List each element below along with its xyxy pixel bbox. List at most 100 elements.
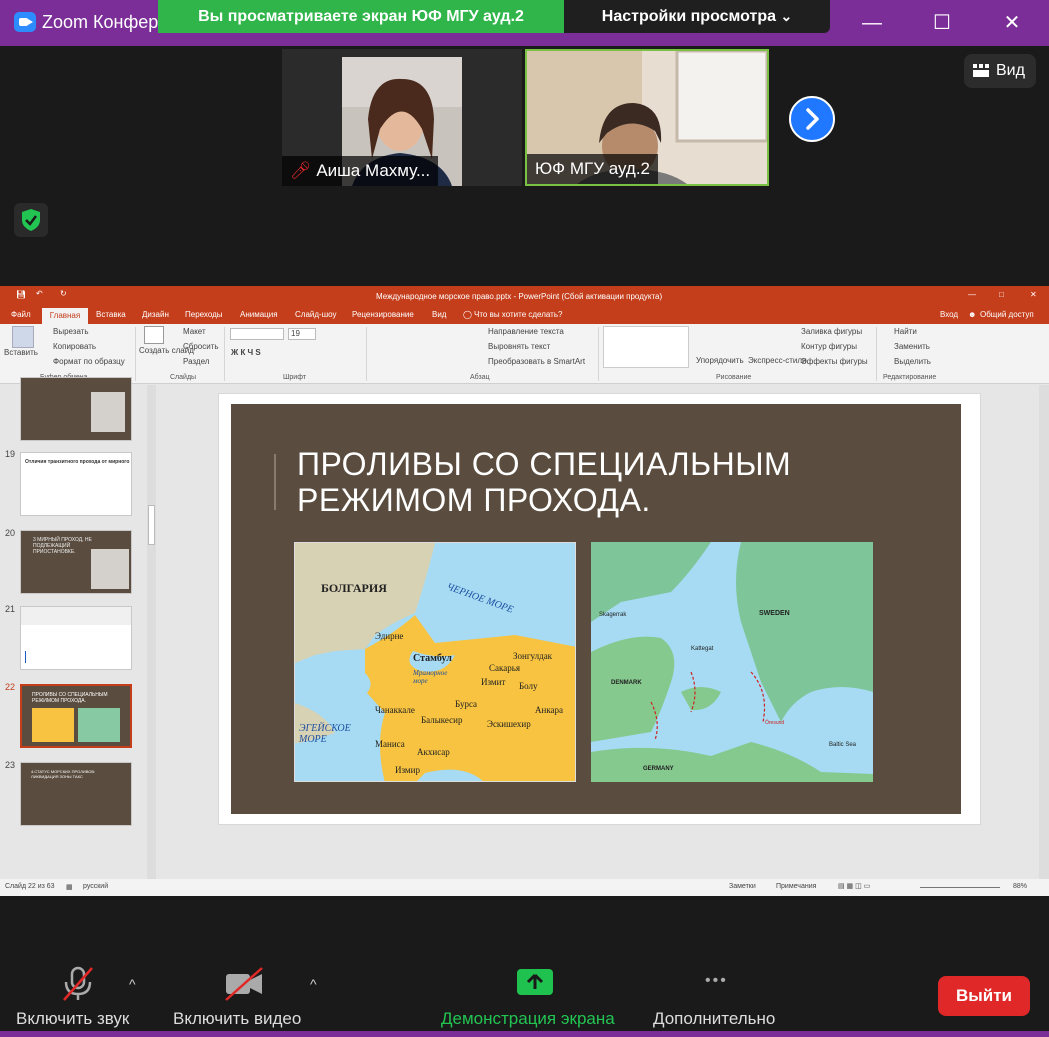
copy-button[interactable]: Копировать — [53, 342, 96, 351]
leave-button[interactable]: Выйти — [938, 976, 1030, 1016]
tab-insert[interactable]: Вставка — [96, 310, 126, 319]
shape-fill-button[interactable]: Заливка фигуры — [801, 327, 862, 336]
tab-design[interactable]: Дизайн — [142, 310, 169, 319]
more-button-label[interactable]: Дополнительно — [653, 1009, 775, 1029]
cut-button[interactable]: Вырезать — [53, 327, 89, 336]
minimize-button[interactable]: — — [852, 6, 892, 40]
tab-file[interactable]: Файл — [11, 310, 31, 319]
font-group-label: Шрифт — [283, 374, 307, 381]
sign-in-link[interactable]: Вход — [940, 310, 958, 319]
map-label: Анкара — [535, 705, 564, 715]
paste-button[interactable]: Вставить — [4, 348, 38, 357]
ppt-maximize-button[interactable]: □ — [999, 290, 1004, 299]
new-slide-icon[interactable] — [144, 326, 164, 344]
shape-effects-button[interactable]: Эффекты фигуры — [801, 357, 868, 366]
comments-button[interactable]: Примечания — [776, 883, 816, 890]
slide-counter: Слайд 22 из 63 — [5, 883, 55, 890]
tab-view[interactable]: Вид — [432, 310, 446, 319]
share-screen-button-label[interactable]: Демонстрация экрана — [441, 1009, 615, 1029]
ppt-minimize-button[interactable]: — — [968, 290, 976, 299]
map-label: Балыкесир — [421, 715, 463, 725]
bold-button[interactable]: Ж К Ч S — [231, 348, 261, 357]
format-painter-button[interactable]: Формат по образцу — [53, 357, 125, 366]
shape-outline-button[interactable]: Контур фигуры — [801, 342, 857, 351]
font-name-field[interactable] — [230, 328, 284, 340]
chevron-down-icon: ⌄ — [780, 8, 793, 24]
normal-view-icon[interactable]: ▤ ▦ ◫ ▭ — [838, 882, 870, 890]
shapes-gallery[interactable] — [603, 326, 689, 368]
section-button[interactable]: Раздел — [183, 357, 209, 366]
find-button[interactable]: Найти — [894, 327, 917, 336]
tab-slideshow[interactable]: Слайд-шоу — [295, 310, 336, 319]
language-indicator[interactable]: русский — [83, 883, 108, 890]
straits-map-turkey[interactable]: БОЛГАРИЯ ЧЕРНОЕ МОРЕ Эдирне Стамбул Зонг… — [294, 542, 576, 782]
undo-icon[interactable]: ↶ — [36, 289, 43, 298]
share-screen-icon[interactable] — [517, 969, 553, 995]
thumb-cursor — [25, 651, 26, 663]
participant-video-aisha[interactable]: 🎤︎ Аиша Махму... — [282, 49, 522, 186]
more-dots-icon[interactable]: ••• — [705, 972, 728, 990]
close-button[interactable]: ✕ — [992, 6, 1032, 40]
next-participants-button[interactable] — [789, 96, 835, 142]
editor-scrollbar[interactable] — [1039, 385, 1049, 879]
slide-thumbnail[interactable]: 3 МИРНЫЙ ПРОХОД, НЕ ПОДЛЕЖАЩИЙ ПРИОСТАНО… — [20, 530, 132, 594]
share-banner: Вы просматриваете экран ЮФ МГУ ауд.2 — [158, 0, 564, 33]
zoom-slider[interactable] — [920, 887, 1000, 888]
zoom-level[interactable]: 88% — [1013, 883, 1027, 890]
view-options-button[interactable]: Настройки просмотра ⌄ — [564, 0, 830, 33]
tell-me-input[interactable]: Что вы хотите сделать? — [474, 310, 562, 319]
align-text-button[interactable]: Выровнять текст — [488, 342, 550, 351]
smartart-button[interactable]: Преобразовать в SmartArt — [488, 357, 585, 366]
ppt-close-button[interactable]: ✕ — [1030, 290, 1037, 299]
encryption-shield-icon[interactable] — [14, 203, 48, 237]
select-button[interactable]: Выделить — [894, 357, 931, 366]
map-label: GERMANY — [643, 766, 674, 772]
text-direction-button[interactable]: Направление текста — [488, 327, 564, 336]
slide-thumbnail[interactable] — [20, 377, 132, 441]
reset-button[interactable]: Сбросить — [183, 342, 219, 351]
scrollbar-thumb[interactable] — [148, 505, 155, 545]
straits-map-denmark[interactable]: Skagerrak SWEDEN Kattegat DENMARK Öresun… — [591, 542, 873, 782]
save-icon[interactable]: 💾︎ — [16, 290, 26, 299]
notes-button[interactable]: Заметки — [729, 883, 756, 890]
slide-title[interactable]: ПРОЛИВЫ СО СПЕЦИАЛЬНЫМ РЕЖИМОМ ПРОХОДА. — [297, 446, 857, 518]
maximize-button[interactable]: ☐ — [922, 6, 962, 40]
tab-animation[interactable]: Анимация — [240, 310, 278, 319]
arrange-button[interactable]: Упорядочить — [696, 356, 744, 365]
share-link[interactable]: Общий доступ — [980, 310, 1034, 319]
slide-thumbnail-selected[interactable]: ПРОЛИВЫ СО СПЕЦИАЛЬНЫМ РЕЖИМОМ ПРОХОДА. — [20, 684, 132, 748]
map-label: Baltic Sea — [829, 742, 857, 748]
thumb-title: ПРОЛИВЫ СО СПЕЦИАЛЬНЫМ РЕЖИМОМ ПРОХОДА. — [32, 692, 108, 704]
tab-transitions[interactable]: Переходы — [185, 310, 223, 319]
thumb-image — [91, 392, 125, 432]
title-accent-bar — [274, 454, 276, 510]
shared-screen-powerpoint[interactable]: 💾︎ ↶ ↻ Международное морское право.pptx … — [0, 286, 1049, 896]
slide-number: 20 — [5, 528, 16, 538]
audio-options-caret[interactable]: ^ — [129, 976, 136, 992]
ribbon-divider — [366, 327, 367, 381]
tab-review[interactable]: Рецензирование — [352, 310, 414, 319]
paragraph-group-label: Абзац — [470, 374, 490, 381]
tab-home[interactable]: Главная — [42, 308, 88, 324]
unmute-button-label[interactable]: Включить звук — [16, 1009, 129, 1029]
paste-icon[interactable] — [12, 326, 34, 348]
replace-button[interactable]: Заменить — [894, 342, 930, 351]
thumb-image — [32, 708, 74, 742]
redo-icon[interactable]: ↻ — [60, 289, 67, 298]
slide-thumbnail[interactable]: 4.СТАТУС МОРСКИХ ПРОЛИВОВ: ЛИКВИДАЦИЯ ЗО… — [20, 762, 132, 826]
video-options-caret[interactable]: ^ — [310, 976, 317, 992]
lightbulb-icon: ◯ — [463, 310, 472, 319]
slide-canvas[interactable]: ПРОЛИВЫ СО СПЕЦИАЛЬНЫМ РЕЖИМОМ ПРОХОДА. … — [218, 393, 981, 825]
view-button[interactable]: Вид — [964, 54, 1036, 88]
slide-thumbnail[interactable]: Отличия транзитного прохода от мирного — [20, 452, 132, 516]
font-size-field[interactable]: 19 — [288, 328, 316, 340]
mic-muted-icon[interactable] — [58, 964, 98, 1004]
layout-button[interactable]: Макет — [183, 327, 206, 336]
quick-styles-button[interactable]: Экспресс-стили — [748, 356, 807, 365]
drawing-group-label: Рисование — [716, 374, 752, 381]
slide-thumbnail[interactable] — [20, 606, 132, 670]
thumbs-scrollbar[interactable] — [147, 385, 156, 879]
start-video-button-label[interactable]: Включить видео — [173, 1009, 301, 1029]
participant-video-room[interactable]: ЮФ МГУ ауд.2 — [525, 49, 769, 186]
video-off-icon[interactable] — [222, 964, 266, 1004]
